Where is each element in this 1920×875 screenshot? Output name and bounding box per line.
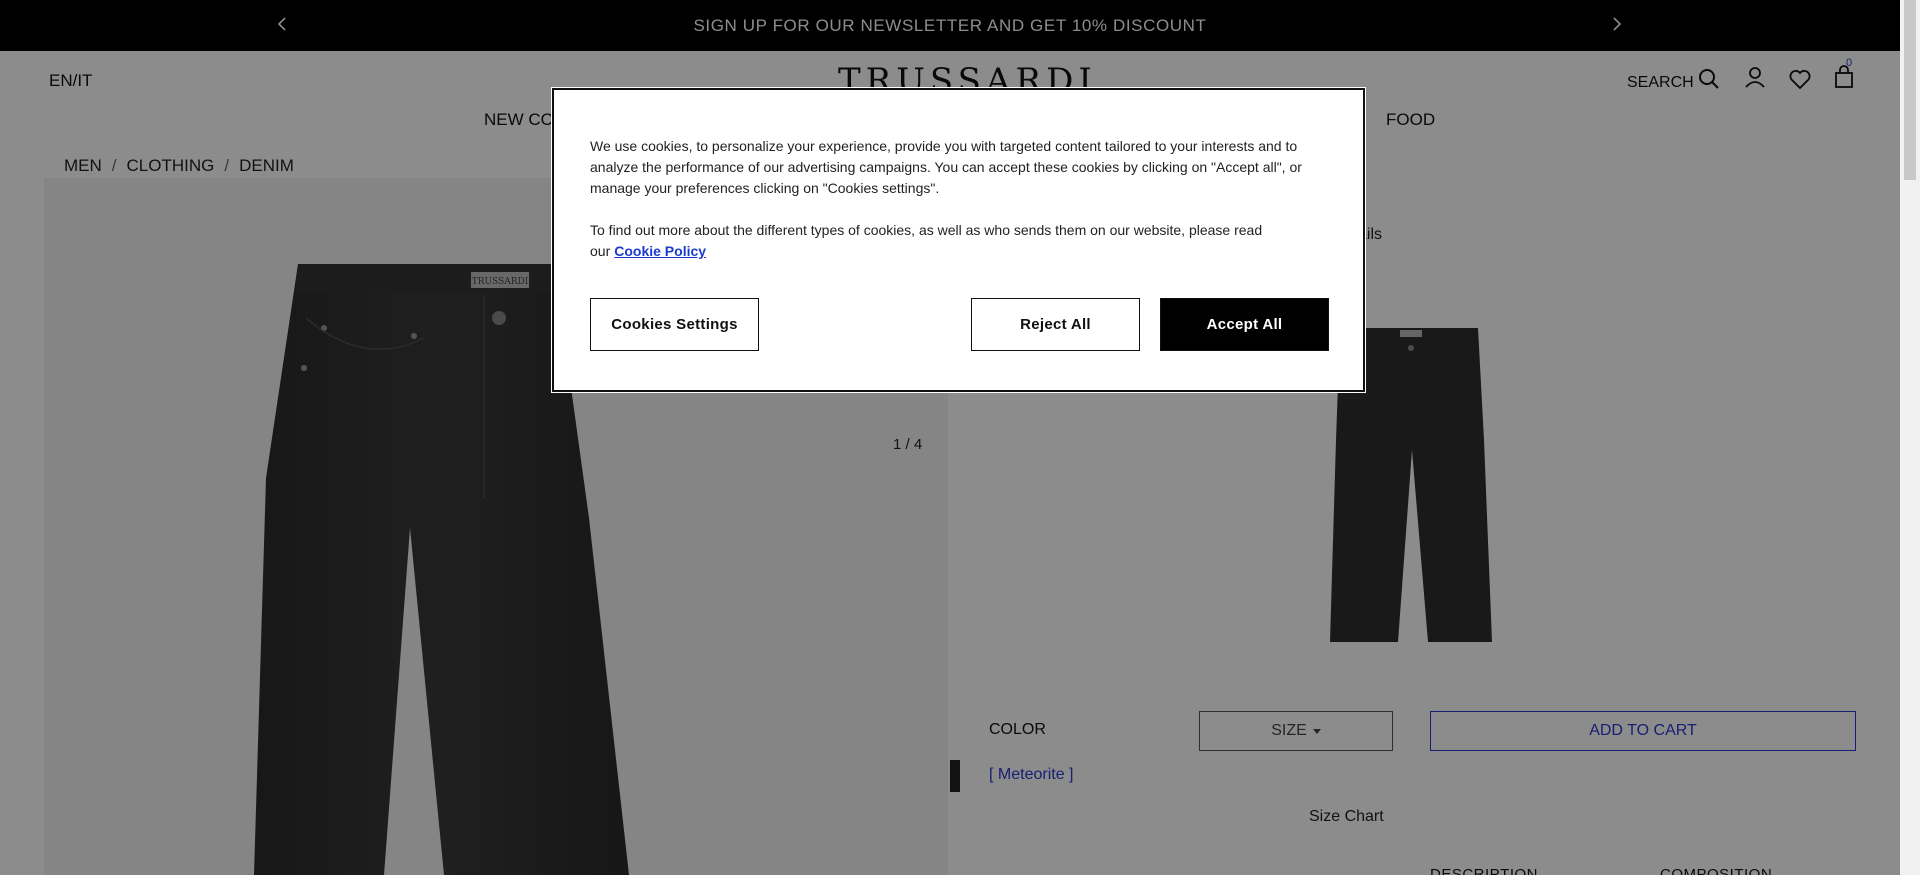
scrollbar-thumb[interactable] bbox=[1904, 0, 1916, 180]
cookie-text-intro: We use cookies, to personalize your expe… bbox=[590, 138, 1302, 196]
cookie-text-policy: To find out more about the different typ… bbox=[590, 220, 1330, 262]
reject-all-button[interactable]: Reject All bbox=[971, 298, 1140, 351]
cookie-policy-link[interactable]: Cookie Policy bbox=[614, 243, 706, 259]
page-scrollbar[interactable] bbox=[1900, 0, 1920, 875]
accept-all-button[interactable]: Accept All bbox=[1160, 298, 1329, 351]
cookies-settings-button[interactable]: Cookies Settings bbox=[590, 298, 759, 351]
cookie-consent-dialog: We use cookies, to personalize your expe… bbox=[552, 88, 1365, 392]
